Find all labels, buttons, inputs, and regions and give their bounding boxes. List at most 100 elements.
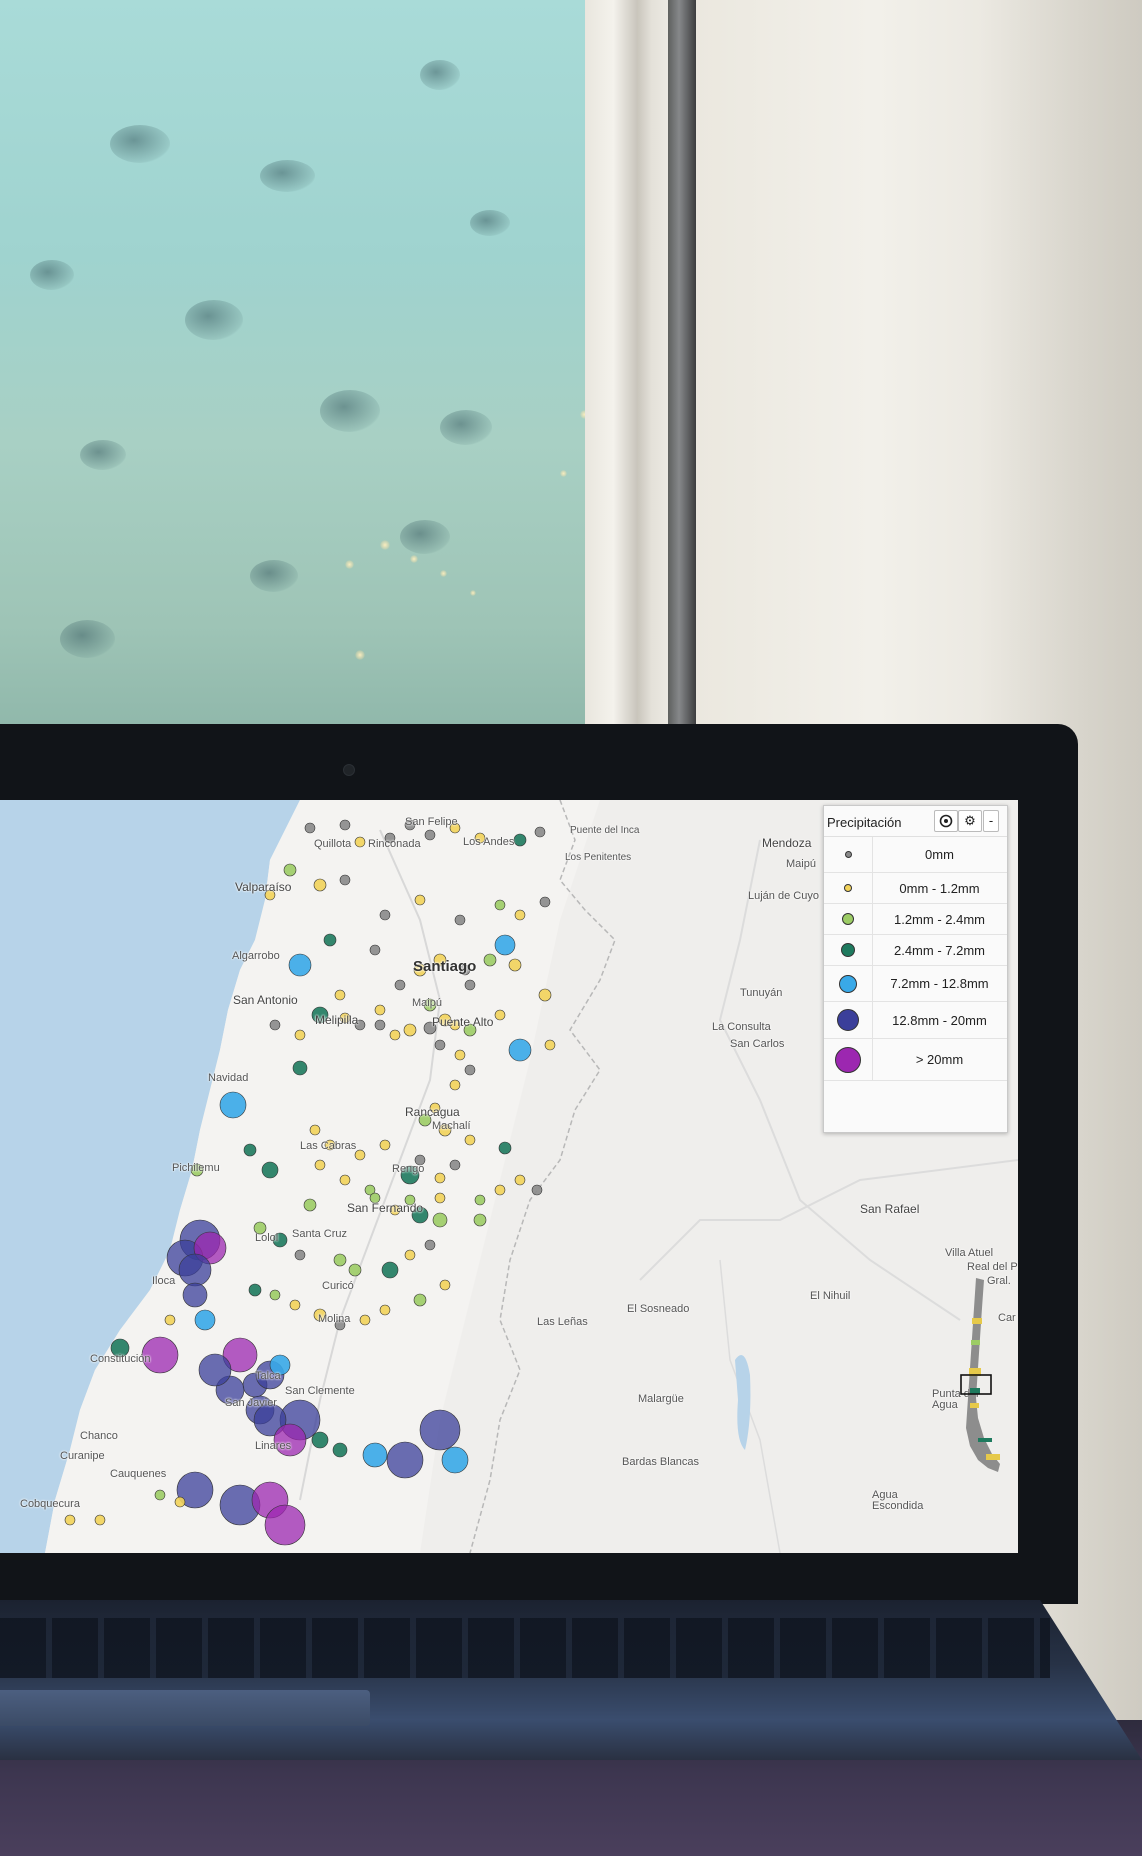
gear-icon[interactable]: ⚙ [958,810,982,832]
precipitation-marker[interactable] [261,1161,279,1179]
precipitation-marker[interactable] [269,1289,281,1301]
precipitation-marker[interactable] [404,1249,416,1261]
precipitation-marker[interactable] [94,1514,106,1526]
precipitation-marker[interactable] [483,953,497,967]
collapse-button[interactable]: - [983,810,999,832]
precipitation-marker[interactable] [379,1304,391,1316]
precipitation-marker[interactable] [494,899,506,911]
precipitation-marker[interactable] [339,1174,351,1186]
precipitation-marker[interactable] [178,1253,212,1287]
precipitation-marker[interactable] [333,1253,347,1267]
legend-rows: 0mm 0mm - 1.2mm 1.2mm - 2.4mm 2.4mm - 7.2mm… [824,837,1007,1081]
precipitation-marker[interactable] [311,1431,329,1449]
precipitation-marker[interactable] [194,1309,216,1331]
precipitation-marker[interactable] [449,1079,461,1091]
precipitation-marker[interactable] [323,933,337,947]
precipitation-marker[interactable] [289,1299,301,1311]
precipitation-marker[interactable] [294,1029,306,1041]
precipitation-marker[interactable] [174,1496,186,1508]
precipitation-marker[interactable] [264,1504,306,1546]
precipitation-marker[interactable] [389,1029,401,1041]
precipitation-marker[interactable] [303,1198,317,1212]
precipitation-marker[interactable] [494,934,516,956]
precipitation-marker[interactable] [513,833,527,847]
precipitation-marker[interactable] [292,1060,308,1076]
precipitation-marker[interactable] [454,914,466,926]
precipitation-marker[interactable] [514,1174,526,1186]
precipitation-marker[interactable] [464,1134,476,1146]
precipitation-marker[interactable] [434,1192,446,1204]
precipitation-marker[interactable] [369,944,381,956]
precipitation-marker[interactable] [414,894,426,906]
precipitation-marker[interactable] [313,878,327,892]
legend-row: 12.8mm - 20mm [824,1002,1007,1039]
precipitation-marker[interactable] [354,836,366,848]
precipitation-marker[interactable] [219,1091,247,1119]
precipitation-marker[interactable] [339,819,351,831]
precipitation-marker[interactable] [288,953,312,977]
precipitation-marker[interactable] [514,909,526,921]
precipitation-marker[interactable] [248,1283,262,1297]
precipitation-marker[interactable] [164,1314,176,1326]
precipitation-marker[interactable] [432,1212,448,1228]
precipitation-marker[interactable] [494,1184,506,1196]
target-icon[interactable] [934,810,958,832]
precipitation-marker[interactable] [362,1442,388,1468]
city-light [410,555,418,563]
precipitation-marker[interactable] [449,1159,461,1171]
precipitation-marker[interactable] [538,988,552,1002]
precipitation-marker[interactable] [381,1261,399,1279]
precipitation-marker[interactable] [198,1353,232,1387]
precipitation-marker[interactable] [531,1184,543,1196]
precipitation-marker[interactable] [309,1124,321,1136]
precipitation-marker[interactable] [441,1446,469,1474]
precipitation-marker[interactable] [314,1159,326,1171]
map-label-curico: Curicó [322,1280,354,1292]
precipitation-marker[interactable] [283,863,297,877]
precipitation-marker[interactable] [508,958,522,972]
map-label-la-consulta: La Consulta [712,1021,771,1033]
precipitation-marker[interactable] [473,1213,487,1227]
precipitation-marker[interactable] [439,1279,451,1291]
precipitation-marker[interactable] [348,1263,362,1277]
precipitation-marker[interactable] [539,896,551,908]
precipitation-marker[interactable] [64,1514,76,1526]
precipitation-marker[interactable] [508,1038,532,1062]
precipitation-marker[interactable] [379,1139,391,1151]
precipitation-marker[interactable] [544,1039,556,1051]
precipitation-marker[interactable] [464,979,476,991]
precipitation-marker[interactable] [374,1019,386,1031]
precipitation-marker[interactable] [154,1489,166,1501]
city-light [560,470,567,477]
precipitation-marker[interactable] [334,989,346,1001]
overview-minimap[interactable] [958,1278,1012,1478]
precipitation-marker[interactable] [464,1064,476,1076]
precipitation-marker[interactable] [386,1441,424,1479]
map-label-agua-escondida: Agua Escondida [872,1489,924,1512]
precipitation-marker[interactable] [419,1409,461,1451]
precipitation-marker[interactable] [434,1039,446,1051]
precipitation-marker[interactable] [359,1314,371,1326]
precipitation-marker[interactable] [243,1143,257,1157]
precipitation-marker[interactable] [269,1019,281,1031]
precipitation-marker[interactable] [494,1009,506,1021]
precipitation-marker[interactable] [394,979,406,991]
precipitation-marker[interactable] [379,909,391,921]
precipitation-marker[interactable] [332,1442,348,1458]
precipitation-marker[interactable] [339,874,351,886]
legend-row: > 20mm [824,1039,1007,1081]
precipitation-marker[interactable] [474,1194,486,1206]
precipitation-marker[interactable] [454,1049,466,1061]
precipitation-marker[interactable] [534,826,546,838]
precipitation-marker[interactable] [182,1282,208,1308]
precipitation-marker[interactable] [403,1023,417,1037]
precipitation-marker[interactable] [434,1172,446,1184]
precipitation-marker[interactable] [304,822,316,834]
precipitation-marker[interactable] [413,1293,427,1307]
precipitation-marker[interactable] [374,1004,386,1016]
precipitation-marker[interactable] [498,1141,512,1155]
precipitation-marker[interactable] [354,1149,366,1161]
precipitation-marker[interactable] [294,1249,306,1261]
precipitation-marker[interactable] [424,829,436,841]
precipitation-marker[interactable] [424,1239,436,1251]
